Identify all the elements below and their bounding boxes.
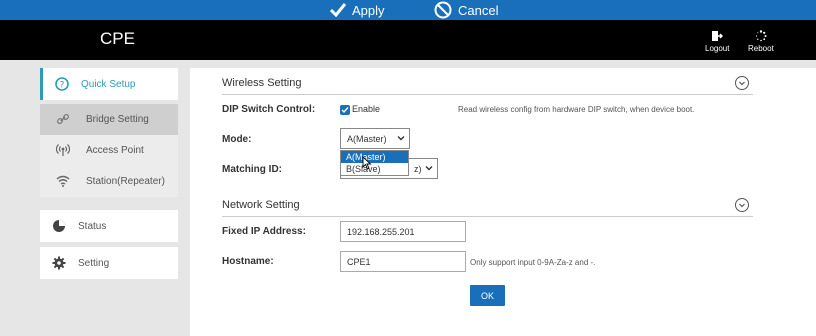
cancel-label: Cancel <box>458 2 499 18</box>
check-icon <box>330 3 346 17</box>
logout-button[interactable]: Logout <box>705 30 729 53</box>
pie-chart-icon <box>53 220 65 232</box>
header: CPE Logout Reboot <box>0 20 816 60</box>
mode-select[interactable]: A(Master) <box>340 128 410 149</box>
matching-id-value: z) <box>414 163 422 174</box>
question-icon: ? <box>55 77 69 91</box>
sidebar-item-access-point[interactable]: Access Point <box>40 135 178 166</box>
apply-label: Apply <box>352 2 385 18</box>
sidebar: ? Quick Setup Bridge Setting Access Poin… <box>40 68 178 279</box>
app-title: CPE <box>100 29 135 48</box>
sidebar-item-setting[interactable]: Setting <box>40 247 178 279</box>
network-section-header: Network Setting <box>222 197 753 217</box>
reboot-button[interactable]: Reboot <box>748 30 774 53</box>
status-group: Status <box>40 210 178 242</box>
reboot-label: Reboot <box>748 44 774 53</box>
sidebar-item-status[interactable]: Status <box>40 210 178 242</box>
wifi-icon <box>56 175 70 187</box>
mouse-cursor-icon <box>362 156 372 170</box>
mode-dropdown-list: A(Master) B(Slave) <box>340 150 409 176</box>
apply-bar: Apply Cancel <box>0 0 816 20</box>
setting-group: Setting <box>40 247 178 279</box>
wireless-section-header: Wireless Setting <box>222 75 753 95</box>
apply-button[interactable]: Apply <box>330 1 385 19</box>
ok-button[interactable]: OK <box>470 285 505 306</box>
reboot-icon <box>755 30 767 42</box>
section-title: Wireless Setting <box>222 77 302 89</box>
fixed-ip-input[interactable]: 192.168.255.201 <box>340 221 466 242</box>
chevron-down-icon <box>397 136 405 141</box>
sidebar-item-bridge-setting[interactable]: Bridge Setting <box>40 104 178 135</box>
mode-select-value: A(Master) <box>347 133 387 144</box>
sidebar-item-label: Setting <box>78 257 110 269</box>
cancel-button[interactable]: Cancel <box>434 1 498 19</box>
dip-enable-label: Enable <box>352 104 381 114</box>
matching-id-label: Matching ID: <box>222 164 282 175</box>
sidebar-item-label: Station(Repeater) <box>86 176 165 187</box>
check-icon <box>341 107 349 114</box>
collapse-chevron-icon[interactable] <box>735 198 749 212</box>
sidebar-item-quick-setup[interactable]: ? Quick Setup <box>40 68 178 100</box>
hostname-hint: Only support input 0-9A-Za-z and -. <box>470 258 596 267</box>
sidebar-item-label: Status <box>78 220 107 232</box>
hostname-label: Hostname: <box>222 256 274 267</box>
mode-option-master[interactable]: A(Master) <box>341 151 408 163</box>
link-icon <box>57 114 69 124</box>
sidebar-item-label: Access Point <box>86 145 144 156</box>
mode-option-slave[interactable]: B(Slave) <box>341 163 408 175</box>
collapse-chevron-icon[interactable] <box>735 76 749 90</box>
dip-hint: Read wireless config from hardware DIP s… <box>458 105 695 114</box>
section-title: Network Setting <box>222 199 300 211</box>
mode-label: Mode: <box>222 134 252 145</box>
sidebar-item-label: Bridge Setting <box>86 114 149 125</box>
quick-setup-submenu: Bridge Setting Access Point Station(Repe… <box>40 104 178 197</box>
dip-switch-label: DIP Switch Control: <box>222 104 316 115</box>
cancel-icon <box>434 1 452 19</box>
logout-label: Logout <box>705 44 730 53</box>
main-panel: Wireless Setting DIP Switch Control: Ena… <box>190 68 816 336</box>
gear-icon <box>52 256 66 270</box>
sidebar-item-station-repeater[interactable]: Station(Repeater) <box>40 166 178 197</box>
sidebar-item-label: Quick Setup <box>81 78 136 90</box>
hostname-input[interactable]: CPE1 <box>340 251 466 272</box>
access-point-icon <box>56 144 70 156</box>
chevron-down-icon <box>425 166 433 171</box>
quick-setup-group: ? Quick Setup <box>40 68 178 100</box>
svg-text:?: ? <box>60 81 65 91</box>
fixed-ip-label: Fixed IP Address: <box>222 226 306 237</box>
logout-icon <box>712 31 724 41</box>
dip-enable-checkbox[interactable] <box>340 105 350 115</box>
